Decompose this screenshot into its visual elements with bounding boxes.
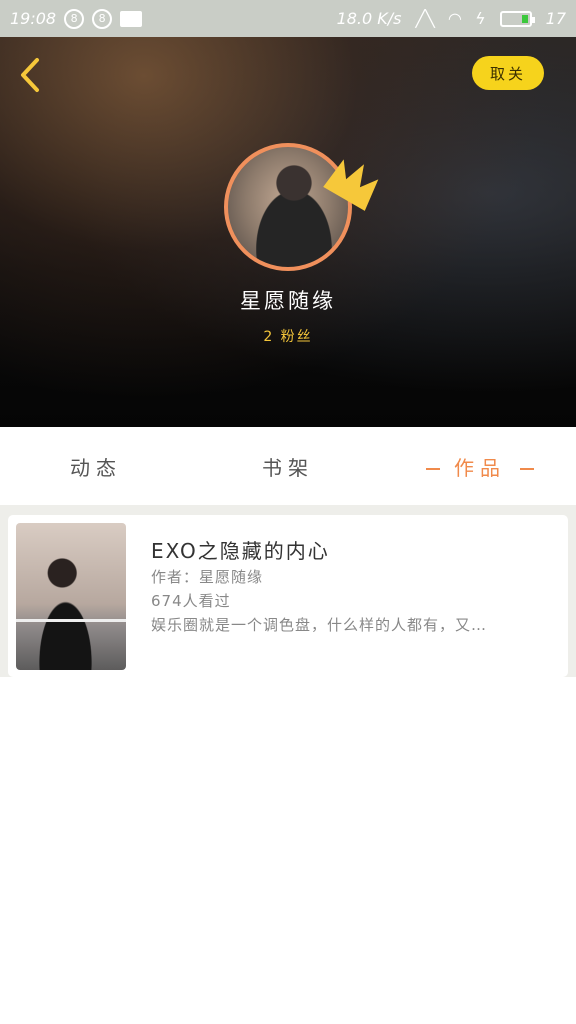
status-time: 19:08 xyxy=(10,9,57,28)
crown-icon xyxy=(323,159,379,211)
book-title: EXO之隐藏的内心 xyxy=(151,539,330,563)
fans-count[interactable]: 2 粉丝 xyxy=(0,326,576,346)
status-left: 19:08 8 8 xyxy=(10,8,143,29)
book-cover xyxy=(16,523,126,670)
hd-call-icon: 8 xyxy=(92,8,113,29)
tab-activity[interactable]: 动态 xyxy=(0,452,192,481)
mail-icon xyxy=(120,10,143,27)
profile-header: 取关 星愿随缘 2 粉丝 xyxy=(0,37,576,427)
back-button[interactable] xyxy=(14,55,46,95)
book-description: 娱乐圈就是一个调色盘，什么样的人都有，又… xyxy=(151,616,488,634)
tab-indicator-left xyxy=(426,468,440,470)
unfollow-button[interactable]: 取关 xyxy=(472,56,544,90)
status-right: 18.0 K/s ╱╲ ◠ ϟ 17 xyxy=(337,9,566,28)
list-item[interactable]: EXO之隐藏的内心 作者：星愿随缘 674人看过 娱乐圈就是一个调色盘，什么样的… xyxy=(8,515,568,677)
charging-icon: ϟ xyxy=(475,9,486,28)
cover-rail xyxy=(16,619,126,622)
book-views: 674人看过 xyxy=(151,592,231,610)
battery-level: 17 xyxy=(545,9,566,28)
status-bar: 19:08 8 8 18.0 K/s ╱╲ ◠ ϟ 17 xyxy=(0,0,576,37)
profile-tabs: 动态 书架 作品 xyxy=(0,427,576,505)
battery-icon xyxy=(499,10,535,27)
tab-works[interactable]: 作品 xyxy=(384,452,576,481)
book-author: 作者：星愿随缘 xyxy=(151,568,264,586)
tab-indicator-right xyxy=(520,468,534,470)
tab-bookshelf[interactable]: 书架 xyxy=(192,452,384,481)
network-speed: 18.0 K/s xyxy=(336,9,402,28)
wifi-icon: ◠ xyxy=(448,9,462,28)
signal-icon: ╱╲ xyxy=(415,9,435,28)
chevron-left-icon xyxy=(21,58,39,92)
tab-works-label: 作品 xyxy=(454,455,506,480)
notification-icon: 8 xyxy=(64,8,85,29)
username: 星愿随缘 xyxy=(240,289,336,313)
